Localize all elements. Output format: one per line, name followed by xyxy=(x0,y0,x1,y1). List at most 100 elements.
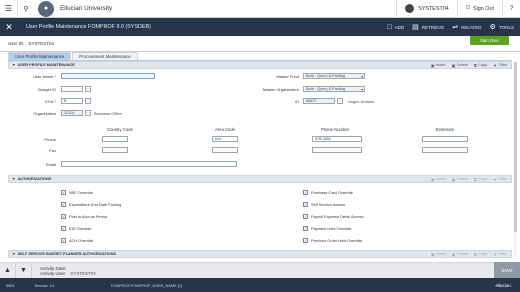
insert-button[interactable]: Insert xyxy=(436,177,446,181)
master-fund-select[interactable]: Both - Query & Posting ▾ xyxy=(303,73,365,79)
id-label: ID xyxy=(295,99,299,104)
save-button[interactable]: SAVE xyxy=(494,262,520,278)
payroll-expense-detail-access-checkbox[interactable]: ✓ xyxy=(303,214,308,219)
status-code: 0001 xyxy=(6,282,15,288)
coa-label: COA * xyxy=(44,99,56,104)
purchase-card-override-checkbox[interactable]: ✓ xyxy=(303,190,308,195)
coa-input[interactable]: B xyxy=(61,98,83,104)
filter-icon: ▼ xyxy=(493,251,498,257)
organization-input[interactable]: 12101 xyxy=(61,110,83,116)
bottom-toolbar: ▲ ▼ Activity Date: Activity User: SYSTEST… xyxy=(0,262,520,279)
expenditure-end-date-posting-label: Expenditure End Date Posting xyxy=(69,202,122,207)
previous-block-icon[interactable]: ▲ xyxy=(0,262,16,279)
field-path: FOMPROF.FOMPROF_USER_NAME [1] xyxy=(110,282,183,288)
phone-area-input[interactable]: 610 xyxy=(212,136,238,142)
email-label: Email xyxy=(45,162,56,167)
search-icon[interactable]: ⚲ xyxy=(18,5,34,13)
menu-icon[interactable]: ☰ xyxy=(0,0,18,18)
fax-number-input[interactable] xyxy=(312,147,362,153)
coa-lookup-icon[interactable]: ⋯ xyxy=(85,98,91,104)
activity-user-value: SYSTEST04 xyxy=(70,270,96,276)
collapse-triangle-icon: ▼ xyxy=(12,177,16,181)
payment-hold-override-checkbox[interactable]: ✓ xyxy=(303,226,308,231)
master-fund-label: Master Fund xyxy=(276,74,299,79)
section-header-user-profile[interactable]: ▼ USER PROFILE MAINTENANCE ▣ Insert ▣ Dele… xyxy=(8,61,512,69)
user-name: SYSTEST04 xyxy=(418,5,449,12)
budget-id-lookup-icon[interactable]: ⋯ xyxy=(85,86,91,92)
id-input[interactable]: ANDY xyxy=(303,98,335,104)
self-service-access-checkbox[interactable]: ✓ xyxy=(303,202,308,207)
related-icon: ⇌ xyxy=(452,24,459,31)
phone-number-header: Phone Number xyxy=(320,127,350,132)
post-in-accrual-period-checkbox[interactable]: ✓ xyxy=(61,214,66,219)
organization-description: Business Office xyxy=(94,111,122,116)
related-button[interactable]: ⇌ RELATED xyxy=(452,23,481,31)
ellucian-logo: ● xyxy=(38,0,54,17)
phone-country-input[interactable] xyxy=(102,136,128,142)
expenditure-end-date-posting-checkbox[interactable]: ✓ xyxy=(61,202,66,207)
insert-button[interactable]: Insert xyxy=(436,252,446,256)
fax-area-input[interactable] xyxy=(212,147,238,153)
filter-button[interactable]: Filter xyxy=(499,63,507,67)
delete-button[interactable]: Delete xyxy=(457,177,468,181)
scrollbar-thumb[interactable] xyxy=(514,62,517,232)
copy-button[interactable]: Copy xyxy=(478,252,487,256)
copy-button[interactable]: Copy xyxy=(478,177,487,181)
purchase-card-override-label: Purchase Card Override xyxy=(311,190,353,195)
phone-number-input[interactable]: 578-3552 xyxy=(312,136,362,142)
sign-out-label: Sign Out xyxy=(473,5,494,12)
next-block-icon[interactable]: ▼ xyxy=(16,262,32,279)
section-header-budget-planner[interactable]: ▼ SELF SERVICE BUDGET PLANNER AUTHORIZAT… xyxy=(8,250,512,258)
avatar-icon xyxy=(405,4,415,13)
delete-icon: ▣ xyxy=(451,176,456,182)
page-title: User Profile Maintenance FOMPROF 9.0 (SY… xyxy=(26,24,151,30)
master-organization-value: Both - Query & Posting xyxy=(306,87,345,91)
close-icon[interactable]: ✕ xyxy=(0,18,18,36)
filter-button[interactable]: Filter xyxy=(499,177,507,181)
start-over-button[interactable]: Start Over xyxy=(470,36,509,45)
user-id-label: User ID: xyxy=(8,41,25,46)
edi-override-checkbox[interactable]: ✓ xyxy=(61,226,66,231)
vertical-scrollbar[interactable] xyxy=(514,62,517,257)
organization-lookup-icon[interactable]: ⋯ xyxy=(85,110,91,116)
master-organization-select[interactable]: Both - Query & Posting ▾ xyxy=(303,86,365,92)
payroll-expense-detail-access-label: Payroll Expense Detail Access xyxy=(311,214,364,219)
phone-extension-input[interactable] xyxy=(422,136,468,142)
delete-icon: ▣ xyxy=(451,251,456,257)
previous-order-hold-override-checkbox[interactable]: ✓ xyxy=(303,238,308,243)
id-name: Unger, Andrew xyxy=(348,99,375,104)
section-header-authorizations[interactable]: ▼ AUTHORIZATIONS ▣ Insert ▣ Delete ⧉ Copy ▼… xyxy=(8,175,512,183)
filter-button[interactable]: Filter xyxy=(499,252,507,256)
sign-out-icon: ⎋ xyxy=(465,5,471,11)
delete-button[interactable]: Delete xyxy=(457,63,468,67)
copy-button[interactable]: Copy xyxy=(478,63,487,67)
edi-override-label: EDI Override xyxy=(69,226,92,231)
top-bar: ☰ ⚲ ● Ellucian University SYSTEST04 ⎋ Si… xyxy=(0,0,520,18)
activity-user-label: Activity User: xyxy=(40,270,67,276)
id-lookup-icon[interactable]: ⋯ xyxy=(337,98,343,104)
insert-icon: ▣ xyxy=(430,176,435,182)
insert-button[interactable]: Insert xyxy=(436,63,446,67)
user-menu[interactable]: SYSTEST04 xyxy=(396,0,457,18)
delete-button[interactable]: Delete xyxy=(457,252,468,256)
email-input[interactable] xyxy=(61,161,237,167)
budget-id-label: Budget ID xyxy=(38,87,56,92)
extension-header: Extension xyxy=(435,127,455,132)
user-name-input[interactable] xyxy=(61,73,155,79)
nsf-override-checkbox[interactable]: ✓ xyxy=(61,190,66,195)
budget-id-input[interactable] xyxy=(61,86,83,92)
master-organization-label: Master Organization xyxy=(262,87,299,92)
previous-order-hold-override-label: Previous Order Hold Override xyxy=(311,238,363,243)
add-button[interactable]: □ ADD xyxy=(387,24,404,31)
sign-out-button[interactable]: ⎋ Sign Out xyxy=(456,0,502,18)
help-button[interactable]: ? xyxy=(502,0,520,18)
section-title: USER PROFILE MAINTENANCE xyxy=(17,63,75,67)
insert-icon: ▣ xyxy=(430,251,435,257)
activity-info: Activity Date: Activity User: SYSTEST04 xyxy=(40,266,96,276)
user-name-label: User Name * xyxy=(33,74,56,79)
fax-extension-input[interactable] xyxy=(422,147,468,153)
ach-override-checkbox[interactable]: ✓ xyxy=(61,238,66,243)
fax-country-input[interactable] xyxy=(102,147,128,153)
retrieve-button[interactable]: ▤ RETRIEVE xyxy=(412,23,444,31)
tools-button[interactable]: ⚙ TOOLS xyxy=(490,23,514,31)
